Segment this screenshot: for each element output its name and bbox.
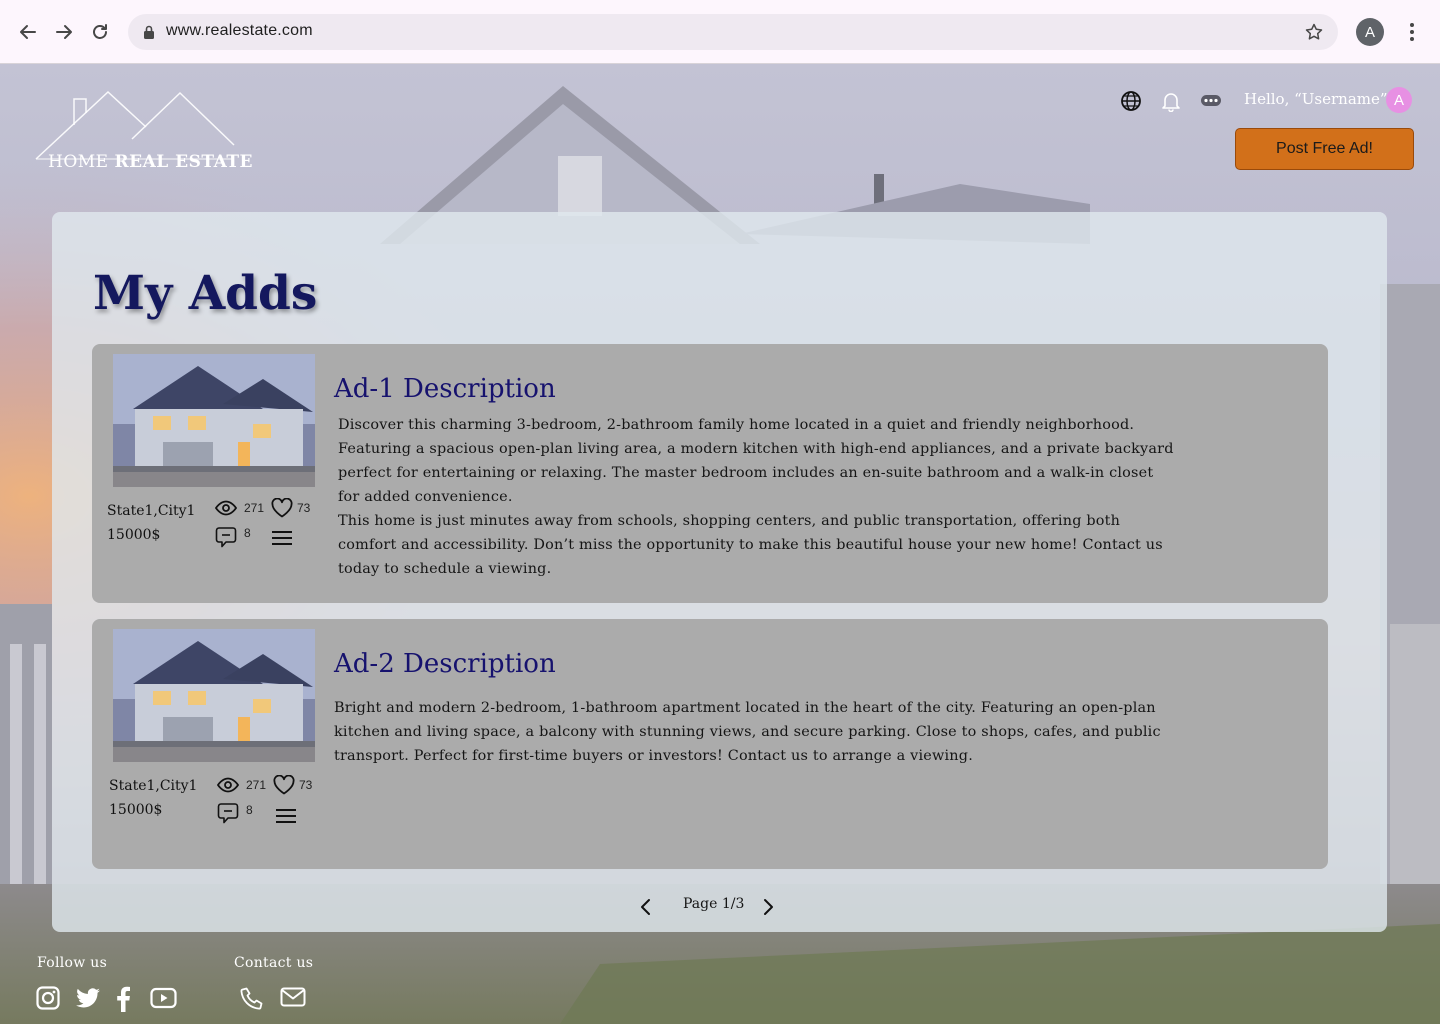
youtube-icon[interactable] [150, 986, 177, 1010]
house-photo-icon [113, 629, 315, 762]
reload-button[interactable] [86, 18, 114, 46]
pager-label: Page 1/3 [683, 896, 745, 912]
follow-us-label: Follow us [37, 955, 108, 971]
post-free-ad-button[interactable]: Post Free Ad! [1235, 128, 1414, 170]
bookmark-star-icon[interactable] [1304, 22, 1324, 42]
ad-description: Bright and modern 2-bedroom, 1-bathroom … [334, 696, 1214, 768]
ad-description-line: for added convenience. [338, 489, 513, 505]
user-avatar[interactable]: A [1386, 87, 1412, 113]
ad-views-count: 271 [246, 778, 267, 792]
ad-thumbnail-image[interactable] [113, 354, 315, 487]
greeting-text: Hello, “Username” [1244, 90, 1388, 108]
contact-us-label: Contact us [234, 955, 314, 971]
arrow-right-icon [56, 25, 72, 39]
eye-icon [217, 777, 239, 793]
ad-card[interactable]: State1,City1 15000$ 271 73 8 Ad-2 Descri… [92, 619, 1328, 869]
comment-icon[interactable] [217, 802, 239, 824]
bell-icon[interactable] [1160, 90, 1182, 112]
address-bar[interactable]: www.realestate.com [128, 14, 1338, 50]
heart-icon[interactable] [273, 775, 295, 795]
kebab-menu-icon [1410, 23, 1414, 41]
arrow-left-icon [20, 25, 36, 39]
instagram-icon[interactable] [36, 986, 60, 1010]
ad-description-line: This home is just minutes away from scho… [338, 513, 1121, 529]
url-text: www.realestate.com [166, 22, 313, 39]
mail-icon[interactable] [280, 986, 306, 1008]
ad-thumbnail-image[interactable] [113, 629, 315, 762]
more-chat-icon[interactable] [1200, 90, 1222, 112]
ad-likes-count: 73 [299, 778, 313, 792]
globe-icon[interactable] [1120, 90, 1142, 112]
hamburger-menu-icon[interactable] [272, 530, 292, 546]
reload-icon [93, 24, 107, 39]
ad-location: State1,City1 [107, 503, 196, 519]
eye-icon [215, 500, 237, 516]
ad-description: Discover this charming 3-bedroom, 2-bath… [338, 413, 1218, 581]
ad-views-count: 271 [244, 501, 265, 515]
back-button[interactable] [14, 18, 42, 46]
ad-description-line: transport. Perfect for first-time buyers… [334, 748, 973, 764]
ad-description-line: kitchen and living space, a balcony with… [334, 724, 1161, 740]
ad-likes-count: 73 [297, 501, 311, 515]
ad-comments-count: 8 [244, 526, 251, 540]
ad-description-line: comfort and accessibility. Don’t miss th… [338, 537, 1163, 553]
house-photo-icon [113, 354, 315, 487]
ad-comments-count: 8 [246, 803, 253, 817]
ad-description-line: Discover this charming 3-bedroom, 2-bath… [338, 417, 1135, 433]
facebook-icon[interactable] [114, 986, 132, 1012]
ad-title[interactable]: Ad-1 Description [334, 374, 556, 404]
browser-profile-avatar[interactable]: A [1356, 18, 1384, 46]
ad-card[interactable]: State1,City1 15000$ 271 73 8 Ad-1 Descri… [92, 344, 1328, 603]
page-viewport: HOME REAL ESTATE Hello, “Username” A Pos… [0, 64, 1440, 1024]
logo-text-regular: HOME [48, 152, 115, 172]
heart-icon[interactable] [271, 498, 293, 518]
ad-description-line: today to schedule a viewing. [338, 561, 552, 577]
ad-location: State1,City1 [109, 778, 198, 794]
twitter-icon[interactable] [76, 986, 102, 1010]
ad-price: 15000$ [107, 527, 161, 543]
phone-icon[interactable] [240, 986, 264, 1010]
forward-button[interactable] [50, 18, 78, 46]
ad-description-line: Featuring a spacious open-plan living ar… [338, 441, 1174, 457]
comment-icon[interactable] [215, 526, 237, 548]
pager-prev-icon[interactable] [639, 898, 653, 916]
ad-title[interactable]: Ad-2 Description [334, 649, 556, 679]
ad-description-line: Bright and modern 2-bedroom, 1-bathroom … [334, 700, 1156, 716]
page-title: My Adds [93, 266, 318, 321]
browser-menu-button[interactable] [1400, 18, 1424, 46]
my-ads-panel: My Adds State1,City1 15000$ 271 73 8 Ad-… [52, 212, 1387, 932]
lock-icon [144, 25, 154, 39]
hamburger-menu-icon[interactable] [276, 808, 296, 824]
logo-text[interactable]: HOME REAL ESTATE [48, 152, 253, 172]
ad-price: 15000$ [109, 802, 163, 818]
logo-text-bold: REAL ESTATE [114, 152, 253, 172]
pager-next-icon[interactable] [761, 898, 775, 916]
browser-toolbar: www.realestate.com A [0, 0, 1440, 64]
ad-description-line: perfect for entertaining or relaxing. Th… [338, 465, 1154, 481]
